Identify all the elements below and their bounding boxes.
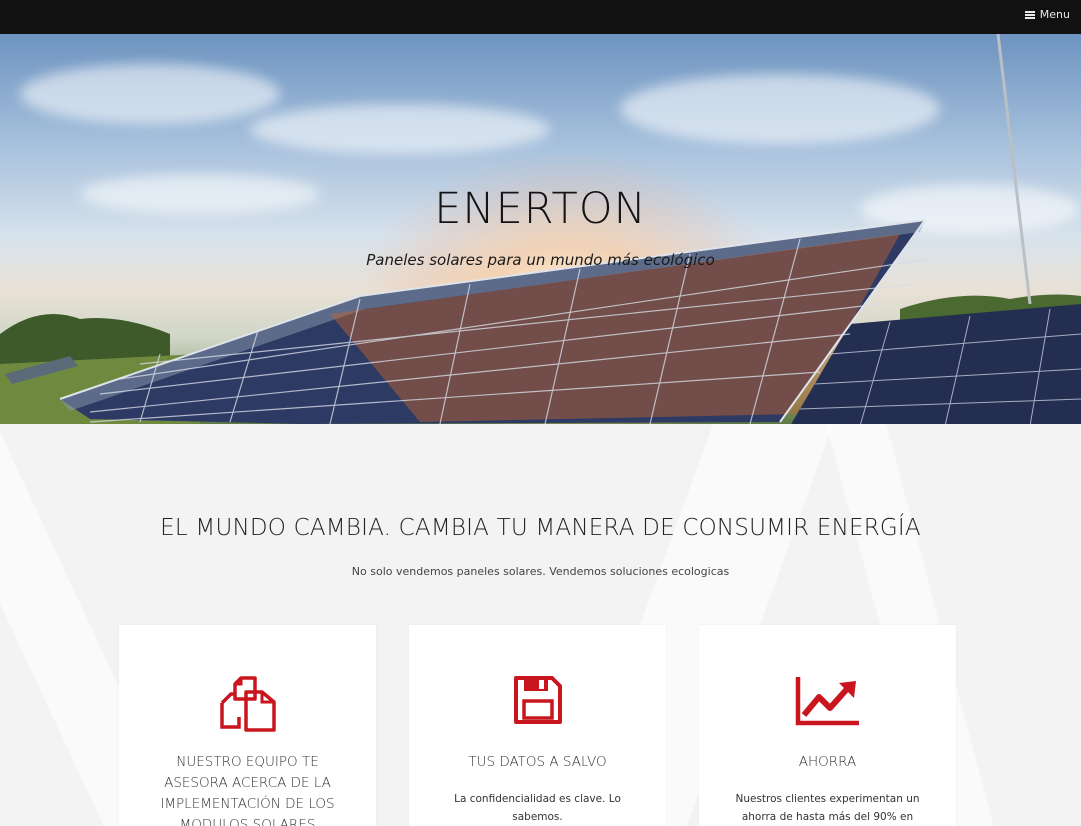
section-heading: EL MUNDO CAMBIA. CAMBIA TU MANERA DE CON… <box>160 515 921 541</box>
top-navbar: Menu <box>0 0 1081 34</box>
features-section: EL MUNDO CAMBIA. CAMBIA TU MANERA DE CON… <box>0 424 1081 826</box>
floppy-disk-icon <box>409 675 666 731</box>
hamburger-icon <box>1024 10 1035 19</box>
feature-card-datos: TUS DATOS A SALVO La confidencialidad es… <box>409 625 666 826</box>
area-chart-icon <box>699 675 956 731</box>
hero-title: ENERTON <box>434 184 647 234</box>
feature-card-asesoria: NUESTRO EQUIPO TE ASESORA ACERCA DE LA I… <box>119 625 376 826</box>
menu-label: Menu <box>1039 8 1070 21</box>
hero-subtitle: Paneles solares para un mundo más ecológ… <box>366 251 715 269</box>
feature-title: TUS DATOS A SALVO <box>468 754 607 770</box>
copy-files-icon <box>119 675 376 732</box>
section-subheading: No solo vendemos paneles solares. Vendem… <box>351 565 730 578</box>
feature-title: AHORRA <box>798 754 857 770</box>
feature-card-ahorra: AHORRA Nuestros clientes experimentan un… <box>699 625 956 826</box>
feature-text: Nuestros clientes experimentan un ahorra… <box>735 793 920 823</box>
hero-banner: ENERTON Paneles solares para un mundo má… <box>0 34 1081 424</box>
feature-title: NUESTRO EQUIPO TE ASESORA ACERCA DE LA I… <box>160 754 335 826</box>
menu-button[interactable]: Menu <box>1024 8 1070 21</box>
feature-text: La confidencialidad es clave. Lo sabemos… <box>454 793 621 823</box>
